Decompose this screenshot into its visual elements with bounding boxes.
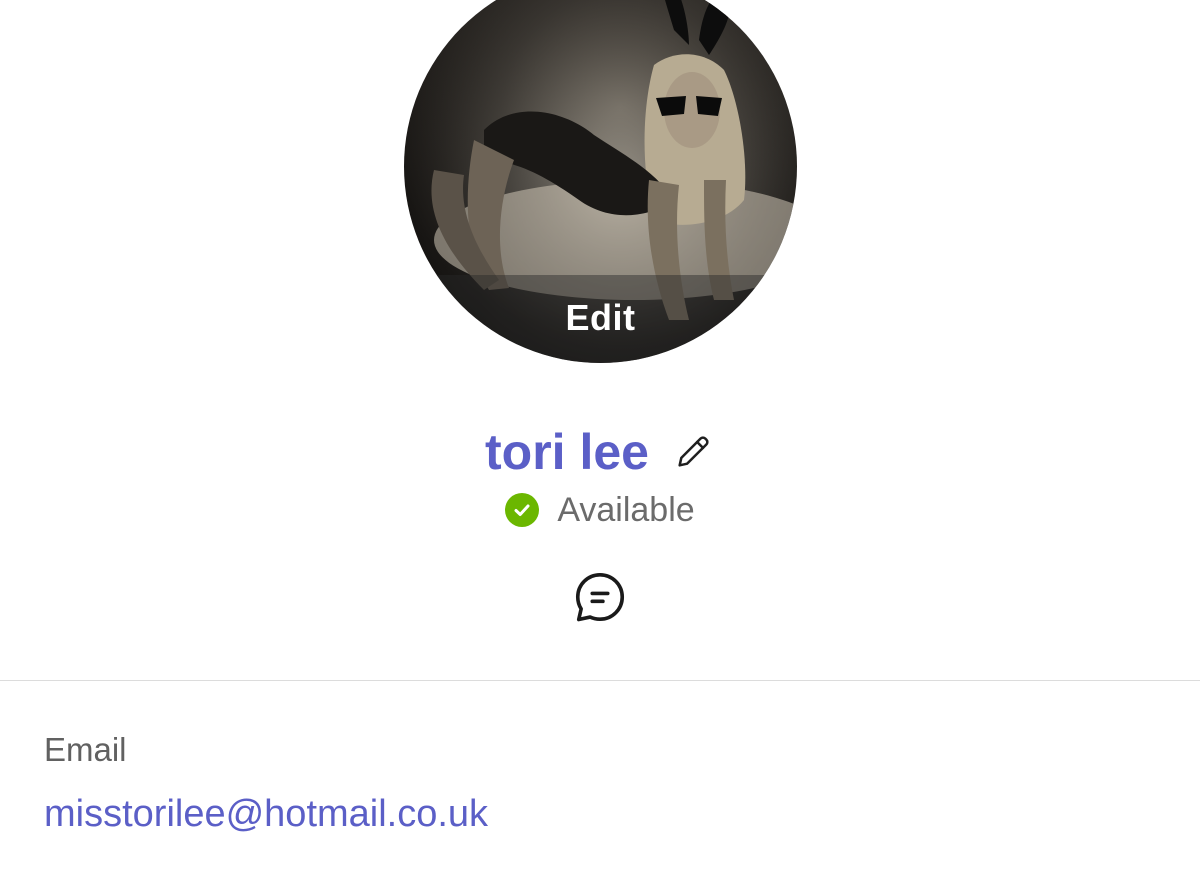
- profile-avatar[interactable]: Edit: [404, 0, 797, 363]
- email-label: Email: [44, 731, 127, 768]
- profile-display-name: tori lee: [485, 424, 649, 480]
- presence-status[interactable]: Available: [0, 490, 1200, 530]
- presence-status-text: Available: [557, 491, 695, 529]
- pencil-icon: [678, 436, 709, 467]
- edit-name-button[interactable]: [671, 430, 715, 474]
- profile-name-row: tori lee: [0, 422, 1200, 482]
- chat-bubble-icon: [575, 572, 625, 622]
- email-link[interactable]: misstorilee@hotmail.co.uk: [44, 792, 488, 836]
- chat-button[interactable]: [570, 567, 630, 627]
- check-circle-icon: [505, 493, 540, 527]
- avatar-edit-label[interactable]: Edit: [404, 297, 797, 339]
- section-divider: [0, 680, 1200, 681]
